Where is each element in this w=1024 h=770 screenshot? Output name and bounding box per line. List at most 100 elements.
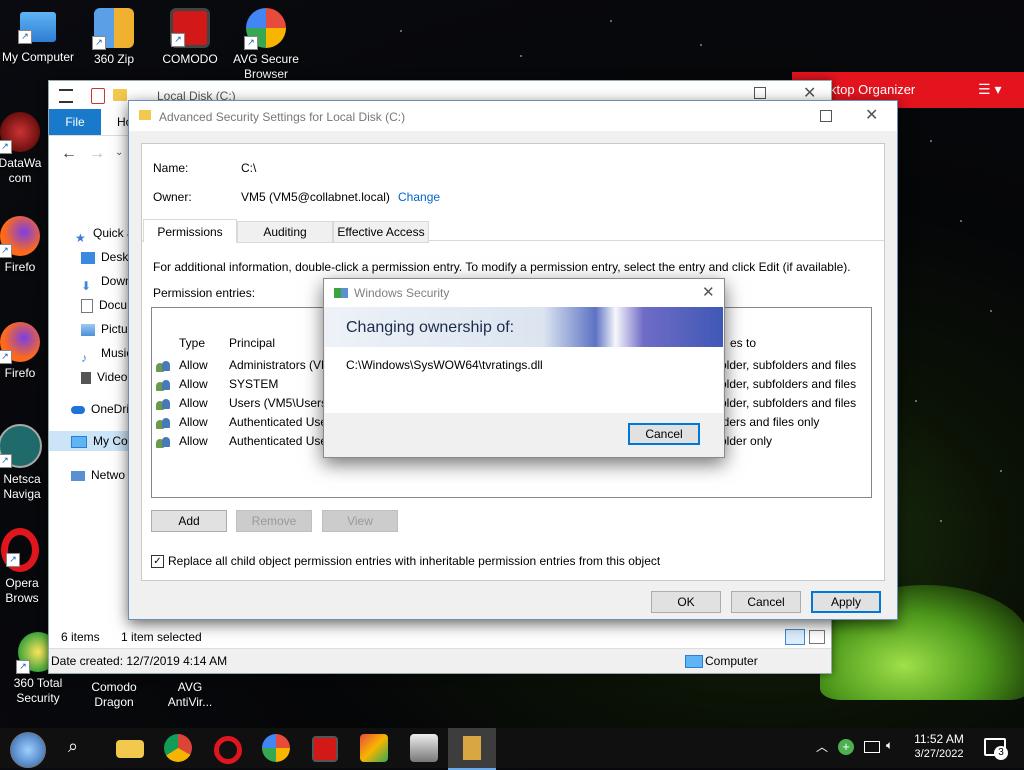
file-tab[interactable]: File	[49, 109, 101, 135]
music-note-icon: ♪	[81, 350, 87, 363]
start-button[interactable]	[10, 732, 46, 768]
search-icon[interactable]: ⌕	[68, 736, 78, 757]
entry-type: Allow	[179, 415, 208, 429]
desktop-icon-avg-browser[interactable]: ↗ AVG Secure Browser	[228, 8, 304, 82]
properties-icon[interactable]	[91, 88, 105, 104]
printer-taskbar-icon[interactable]	[410, 734, 438, 762]
chrome-taskbar-icon[interactable]	[164, 734, 192, 762]
clock[interactable]: 11:52 AM 3/27/2022	[906, 732, 972, 760]
details-view-icon[interactable]	[785, 629, 805, 645]
column-header-principal[interactable]: Principal	[229, 334, 275, 353]
nav-item-music[interactable]: ♪ Music	[81, 343, 133, 363]
recent-locations-chevron-icon[interactable]: ⌄	[115, 147, 123, 158]
entry-principal: Users (VM5\Users)	[229, 396, 332, 410]
desktop-icon-opera[interactable]: ↗ Opera Brows	[0, 528, 50, 606]
nav-item-videos[interactable]: Video	[81, 367, 133, 387]
film-icon	[81, 371, 91, 384]
nav-item-pictures[interactable]: Pictur	[81, 319, 133, 339]
info-text: For additional information, double-click…	[153, 260, 851, 274]
security-cancel-button[interactable]: Cancel	[628, 423, 700, 445]
desktop-icon-firefox-1[interactable]: ↗ Firefo	[0, 216, 50, 275]
name-value: C:\	[241, 161, 257, 175]
opera-icon: ↗	[1, 528, 39, 572]
nav-item-network[interactable]: Netwo	[71, 465, 133, 485]
security-body: C:\Windows\SysWOW64\tvratings.dll	[325, 347, 723, 413]
computer-icon	[685, 655, 703, 668]
large-icons-view-icon[interactable]	[809, 630, 825, 644]
change-owner-link[interactable]: Change	[398, 190, 440, 204]
show-hidden-icons-chevron-icon[interactable]: ︿	[816, 738, 828, 755]
pictures-icon	[81, 323, 95, 336]
view-button[interactable]: View	[322, 510, 398, 532]
active-window-taskbar-button[interactable]	[448, 728, 496, 770]
replace-child-permissions-label: Replace all child object permission entr…	[168, 554, 661, 568]
nav-item-quick-access[interactable]: ★ Quick a	[75, 223, 133, 243]
desktop-icon-label: AVG AntiVir...	[167, 680, 213, 709]
windows-security-dialog: Windows Security ✕ Changing ownership of…	[323, 278, 725, 458]
close-icon[interactable]: ✕	[702, 283, 715, 301]
maximize-icon[interactable]	[754, 87, 766, 99]
security-tray-icon[interactable]: +	[838, 739, 854, 755]
nav-item-desktop[interactable]: Deskt	[81, 247, 133, 267]
tab-auditing[interactable]: Auditing	[237, 221, 333, 243]
avg-browser-icon: ↗	[244, 8, 286, 50]
column-header-applies-to[interactable]: es to	[730, 334, 756, 353]
volume-icon[interactable]: 🔈︎	[886, 738, 893, 753]
ok-button[interactable]: OK	[651, 591, 721, 613]
organizer-menu-icon[interactable]: ☰ ▾	[978, 81, 1001, 98]
forward-arrow-icon[interactable]: →	[89, 145, 105, 163]
desktop-icon-360-zip[interactable]: ↗ 360 Zip	[76, 8, 152, 67]
comodo-taskbar-icon[interactable]	[312, 736, 338, 762]
desktop-folder-icon	[81, 251, 95, 264]
entry-applies-to: older, subfolders and files	[720, 396, 857, 410]
tab-permissions[interactable]: Permissions	[143, 219, 237, 243]
entry-type: Allow	[179, 358, 208, 372]
avg-browser-taskbar-icon[interactable]	[262, 734, 290, 762]
entry-applies-to: older only	[720, 434, 773, 448]
tab-effective-access[interactable]: Effective Access	[333, 221, 429, 243]
desktop-icon-label: DataWa com	[0, 156, 42, 185]
permission-entries-label: Permission entries:	[153, 286, 256, 300]
add-button[interactable]: Add	[151, 510, 227, 532]
desktop-icon-datawa[interactable]: ↗ DataWa com	[0, 112, 50, 186]
desktop-icon-label: AVG Secure Browser	[233, 52, 299, 81]
maximize-icon[interactable]	[820, 110, 832, 122]
desktop-icon-label: Firefo	[4, 260, 36, 274]
progress-heading: Changing ownership of:	[346, 319, 515, 336]
nav-item-documents[interactable]: Docu	[81, 295, 133, 315]
desktop-icon-label: COMODO Antivirus	[162, 52, 218, 68]
nav-item-my-computer[interactable]: My Co	[49, 431, 131, 451]
desktop-icon-comodo-antivirus[interactable]: ↗ COMODO Antivirus	[152, 8, 228, 68]
cancel-button[interactable]: Cancel	[731, 591, 801, 613]
explorer-details-bar: Date created: 12/7/2019 4:14 AM Computer	[49, 648, 831, 673]
desktop-icon-netscape[interactable]: ↗ Netsca Naviga	[0, 424, 50, 502]
clock-time: 11:52 AM	[914, 732, 964, 746]
file-explorer-taskbar-icon[interactable]	[116, 740, 144, 758]
column-header-type[interactable]: Type	[179, 334, 205, 353]
network-tray-icon[interactable]	[864, 741, 880, 753]
apply-button[interactable]: Apply	[811, 591, 881, 613]
close-icon[interactable]: ✕	[865, 105, 878, 125]
quick-access-toolbar-icon[interactable]	[59, 89, 73, 103]
desktop-icon-firefox-2[interactable]: ↗ Firefo	[0, 322, 50, 381]
desktop-icon-label: Firefo	[4, 366, 36, 380]
document-icon	[81, 298, 93, 313]
remove-button[interactable]: Remove	[236, 510, 312, 532]
zip-archive-icon: ↗	[92, 8, 134, 50]
nav-item-downloads[interactable]: ⬇ Down	[81, 271, 133, 291]
date-created: Date created: 12/7/2019 4:14 AM	[51, 654, 228, 668]
back-arrow-icon[interactable]: ←	[61, 145, 77, 163]
opera-taskbar-icon[interactable]	[214, 736, 242, 764]
star-icon: ★	[75, 230, 86, 243]
users-group-icon	[156, 378, 170, 391]
owner-label: Owner:	[153, 190, 192, 204]
winrar-taskbar-icon[interactable]	[360, 734, 388, 762]
desktop-icon-my-computer[interactable]: ↗ My Computer	[0, 8, 76, 80]
folder-icon	[113, 89, 127, 101]
security-title-bar: Windows Security ✕	[324, 279, 724, 307]
entry-principal: Administrators (VM	[229, 358, 332, 372]
desktop-icon-label: 360 Zip	[93, 52, 135, 66]
nav-item-onedrive[interactable]: OneDri	[71, 399, 133, 419]
entry-principal: Authenticated Use	[229, 415, 328, 429]
replace-child-permissions-checkbox[interactable]: ✓	[151, 555, 164, 568]
